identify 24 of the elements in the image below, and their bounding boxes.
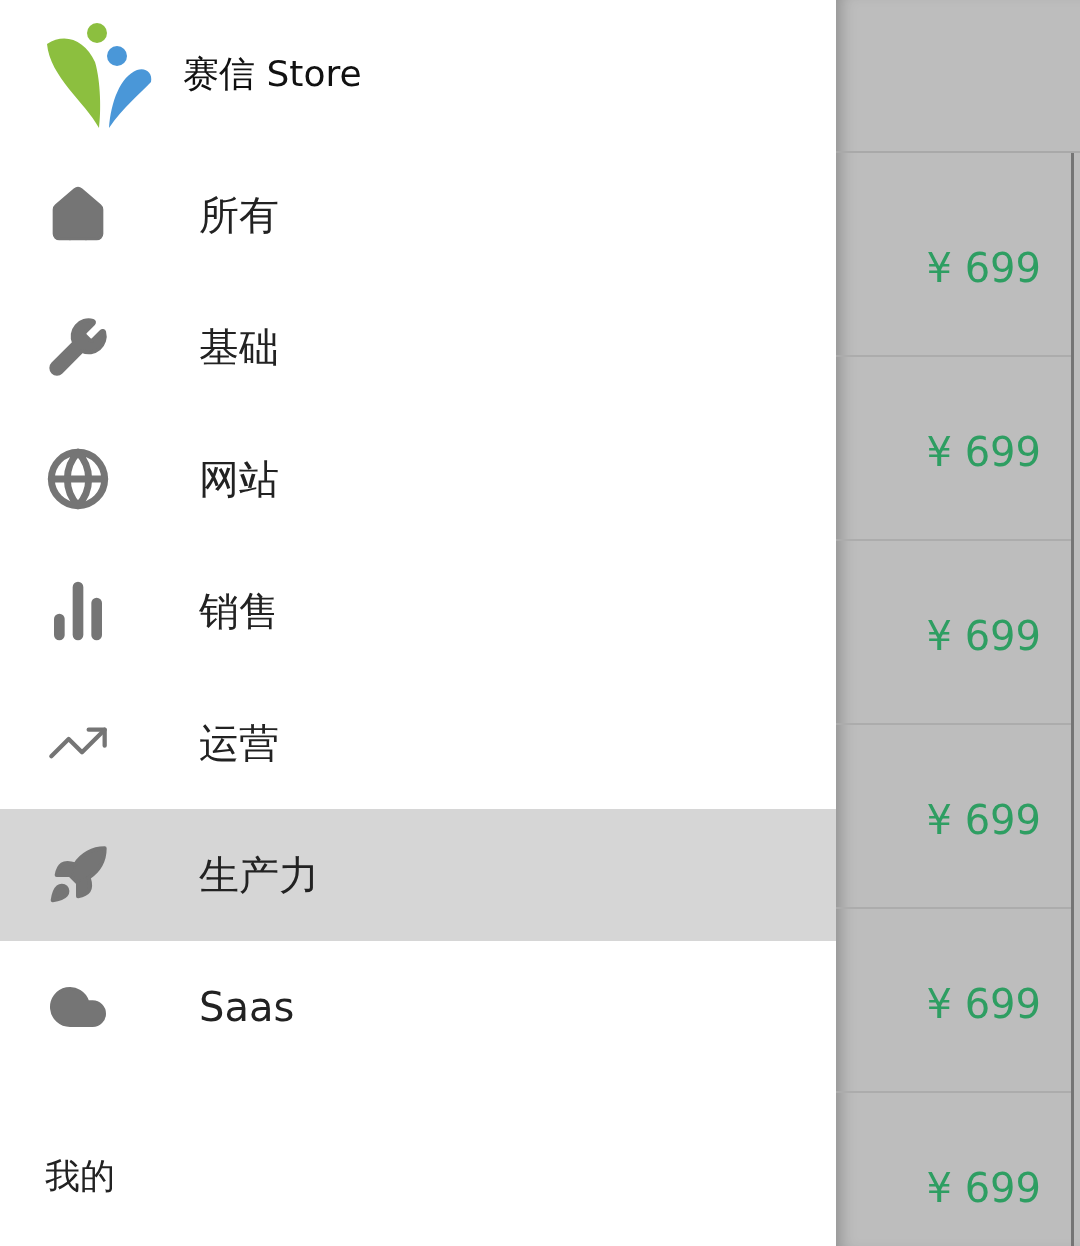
menu-item[interactable]: 网站	[0, 413, 836, 545]
price: ¥ 699	[926, 1165, 1041, 1211]
menu-label: Saas	[199, 984, 295, 1030]
menu-item[interactable]: 生产力	[0, 809, 836, 941]
menu-item[interactable]: 销售	[0, 545, 836, 677]
menu-item[interactable]: 运营	[0, 677, 836, 809]
menu-label: 运营	[199, 718, 279, 768]
price: ¥ 699	[926, 429, 1041, 475]
menu-item[interactable]: 基础	[0, 281, 836, 413]
section-header: 我的	[45, 1156, 115, 1196]
logo-icon	[45, 21, 153, 128]
price: ¥ 699	[926, 797, 1041, 843]
price: ¥ 699	[926, 613, 1041, 659]
price: ¥ 699	[926, 245, 1041, 291]
price: ¥ 699	[926, 981, 1041, 1027]
menu-item[interactable]: 所有	[0, 149, 836, 281]
menu-label: 销售	[199, 586, 279, 636]
app-title: 赛信 Store	[183, 52, 362, 96]
menu-item[interactable]: Saas	[0, 941, 836, 1073]
menu-label: 基础	[199, 322, 279, 372]
globe-icon	[45, 446, 111, 512]
menu-label: 网站	[199, 454, 279, 504]
menu-label: 生产力	[199, 850, 319, 900]
menu-label: 所有	[199, 190, 279, 240]
